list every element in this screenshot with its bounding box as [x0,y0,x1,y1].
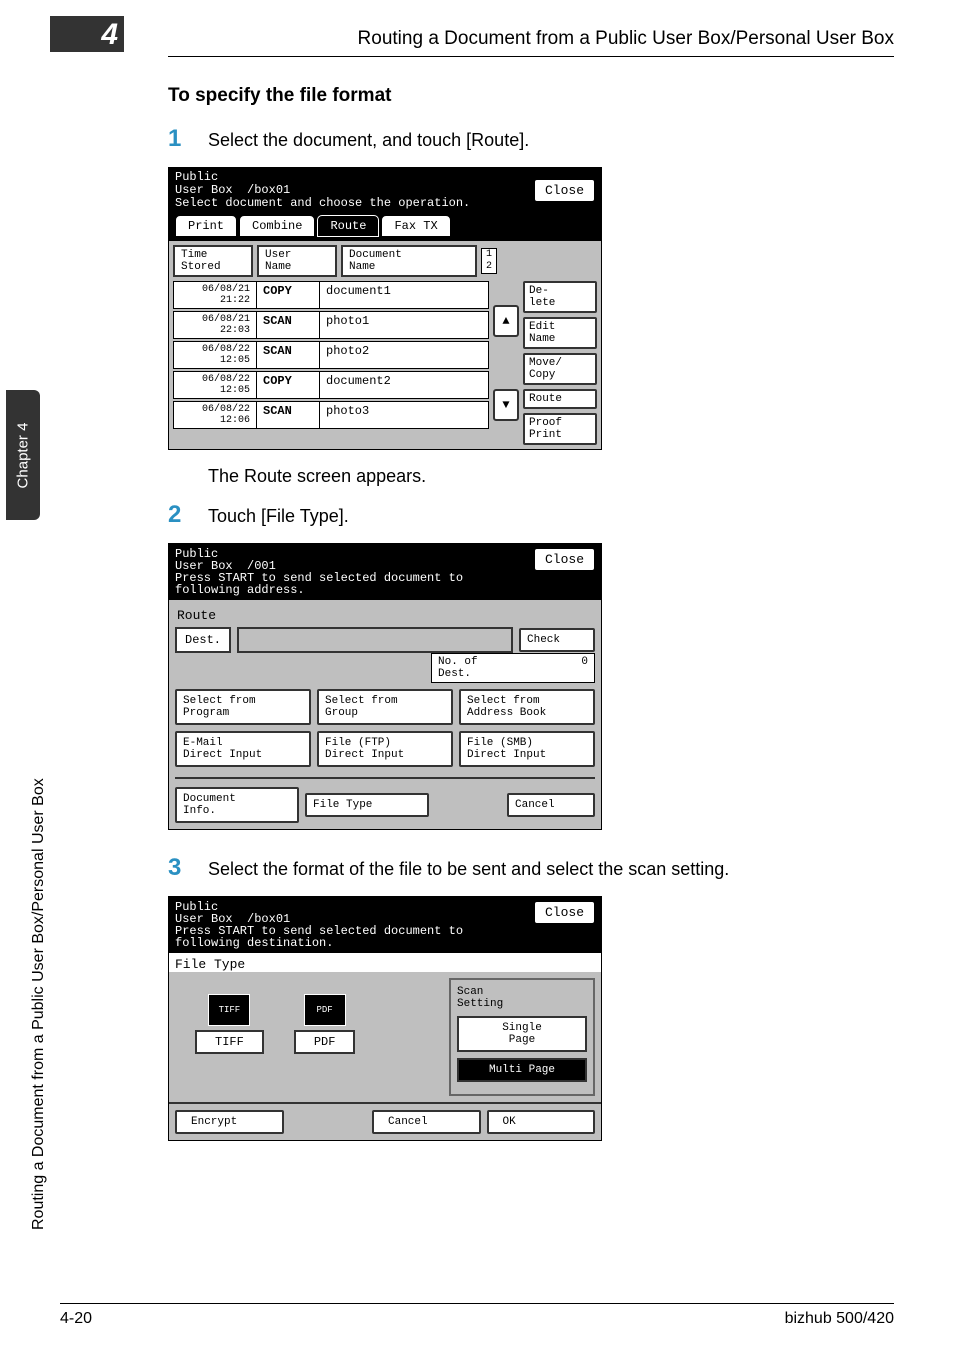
close-button[interactable]: Close [534,179,595,202]
encrypt-button[interactable]: Encrypt [175,1110,284,1134]
proof-print-button[interactable]: Proof Print [523,413,597,445]
cancel-button[interactable]: Cancel [372,1110,481,1134]
close-button[interactable]: Close [534,901,595,924]
cancel-button[interactable]: Cancel [507,793,595,817]
chapter-badge: 4 [50,16,124,52]
cell-doc: photo2 [320,342,452,368]
step-1-number: 1 [168,125,208,153]
cell-user: COPY [257,282,320,308]
screenshot-2: PublicUser Box /001 Press START to send … [168,543,602,830]
screenshot-1: PublicUser Box /box01 Select document an… [168,167,602,450]
s1-breadcrumb-2: User Box [175,183,233,197]
page-header-title: Routing a Document from a Public User Bo… [20,28,894,50]
cell-doc: photo3 [320,402,452,428]
tiff-button[interactable]: TIFF [195,1030,264,1054]
step-2-number: 2 [168,501,208,529]
s1-breadcrumb-box: /box01 [247,183,290,197]
s3-prompt: Press START to send selected document to… [175,925,463,949]
move-copy-button[interactable]: Move/ Copy [523,353,597,385]
side-chapter-tab: Chapter 4 [6,390,40,520]
step-3-text: Select the format of the file to be sent… [208,859,729,880]
side-chapter-label: Chapter 4 [15,422,32,488]
pdf-button[interactable]: PDF [294,1030,356,1054]
file-smb-direct-input-button[interactable]: File (SMB) Direct Input [459,731,595,767]
file-type-button[interactable]: File Type [305,793,429,817]
table-row[interactable]: 06/08/21 22:03SCANphoto1 [173,311,489,339]
single-page-button[interactable]: Single Page [457,1016,587,1052]
step-1-text: Select the document, and touch [Route]. [208,130,529,151]
check-button[interactable]: Check [519,628,595,652]
cell-user: SCAN [257,402,320,428]
step-1-followup: The Route screen appears. [208,466,894,487]
file-type-title: File Type [169,953,601,972]
header-rule [168,56,894,57]
file-ftp-direct-input-button[interactable]: File (FTP) Direct Input [317,731,453,767]
table-row[interactable]: 06/08/22 12:05SCANphoto2 [173,341,489,369]
cell-time: 06/08/22 12:06 [174,402,257,428]
multi-page-button[interactable]: Multi Page [457,1058,587,1082]
no-of-dest-display: No. of Dest.0 [431,653,595,683]
cell-user: SCAN [257,312,320,338]
screenshot-3: PublicUser Box /box01 Press START to sen… [168,896,602,1141]
scroll-up-icon[interactable]: ▲ [493,305,519,337]
tiff-icon: TIFF [208,994,250,1026]
section-title: To specify the file format [168,85,894,107]
footer-model: bizhub 500/420 [785,1310,894,1328]
ok-button[interactable]: OK [487,1110,596,1134]
cell-user: COPY [257,372,320,398]
select-from-address-book-button[interactable]: Select from Address Book [459,689,595,725]
cell-user: SCAN [257,342,320,368]
cell-doc: photo1 [320,312,452,338]
scan-setting-title: Scan Setting [457,986,587,1010]
delete-button[interactable]: De- lete [523,281,597,313]
col-time-stored[interactable]: Time Stored [173,245,253,277]
edit-name-button[interactable]: Edit Name [523,317,597,349]
s1-prompt: Select document and choose the operation… [175,197,470,210]
table-row[interactable]: 06/08/21 21:22COPYdocument1 [173,281,489,309]
cell-time: 06/08/21 21:22 [174,282,257,308]
table-row[interactable]: 06/08/22 12:05COPYdocument2 [173,371,489,399]
s2-prompt: Press START to send selected document to… [175,572,463,596]
close-button[interactable]: Close [534,548,595,571]
side-vertical-title: Routing a Document from a Public User Bo… [30,778,48,1230]
tab-fax-tx[interactable]: Fax TX [381,215,450,237]
cell-doc: document1 [320,282,452,308]
cell-time: 06/08/22 12:05 [174,342,257,368]
step-2-text: Touch [File Type]. [208,506,349,527]
tab-combine[interactable]: Combine [239,215,315,237]
footer-page-number: 4-20 [60,1310,92,1328]
dest-field[interactable] [237,627,513,653]
route-button[interactable]: Route [523,389,597,409]
select-from-program-button[interactable]: Select from Program [175,689,311,725]
tab-route[interactable]: Route [317,215,379,237]
cell-time: 06/08/21 22:03 [174,312,257,338]
s1-breadcrumb-1: Public [175,170,218,184]
dest-label: Dest. [175,627,231,653]
step-3-number: 3 [168,854,208,882]
cell-doc: document2 [320,372,452,398]
cell-time: 06/08/22 12:05 [174,372,257,398]
select-from-group-button[interactable]: Select from Group [317,689,453,725]
col-document-name: Document Name [341,245,477,277]
document-info-button[interactable]: Document Info. [175,787,299,823]
scroll-down-icon[interactable]: ▼ [493,389,519,421]
route-section-label: Route [177,608,595,623]
col-user-name: User Name [257,245,337,277]
tab-print[interactable]: Print [175,215,237,237]
table-row[interactable]: 06/08/22 12:06SCANphoto3 [173,401,489,429]
page-indicator: 12 [481,248,497,274]
pdf-icon: PDF [304,994,346,1026]
email-direct-input-button[interactable]: E-Mail Direct Input [175,731,311,767]
